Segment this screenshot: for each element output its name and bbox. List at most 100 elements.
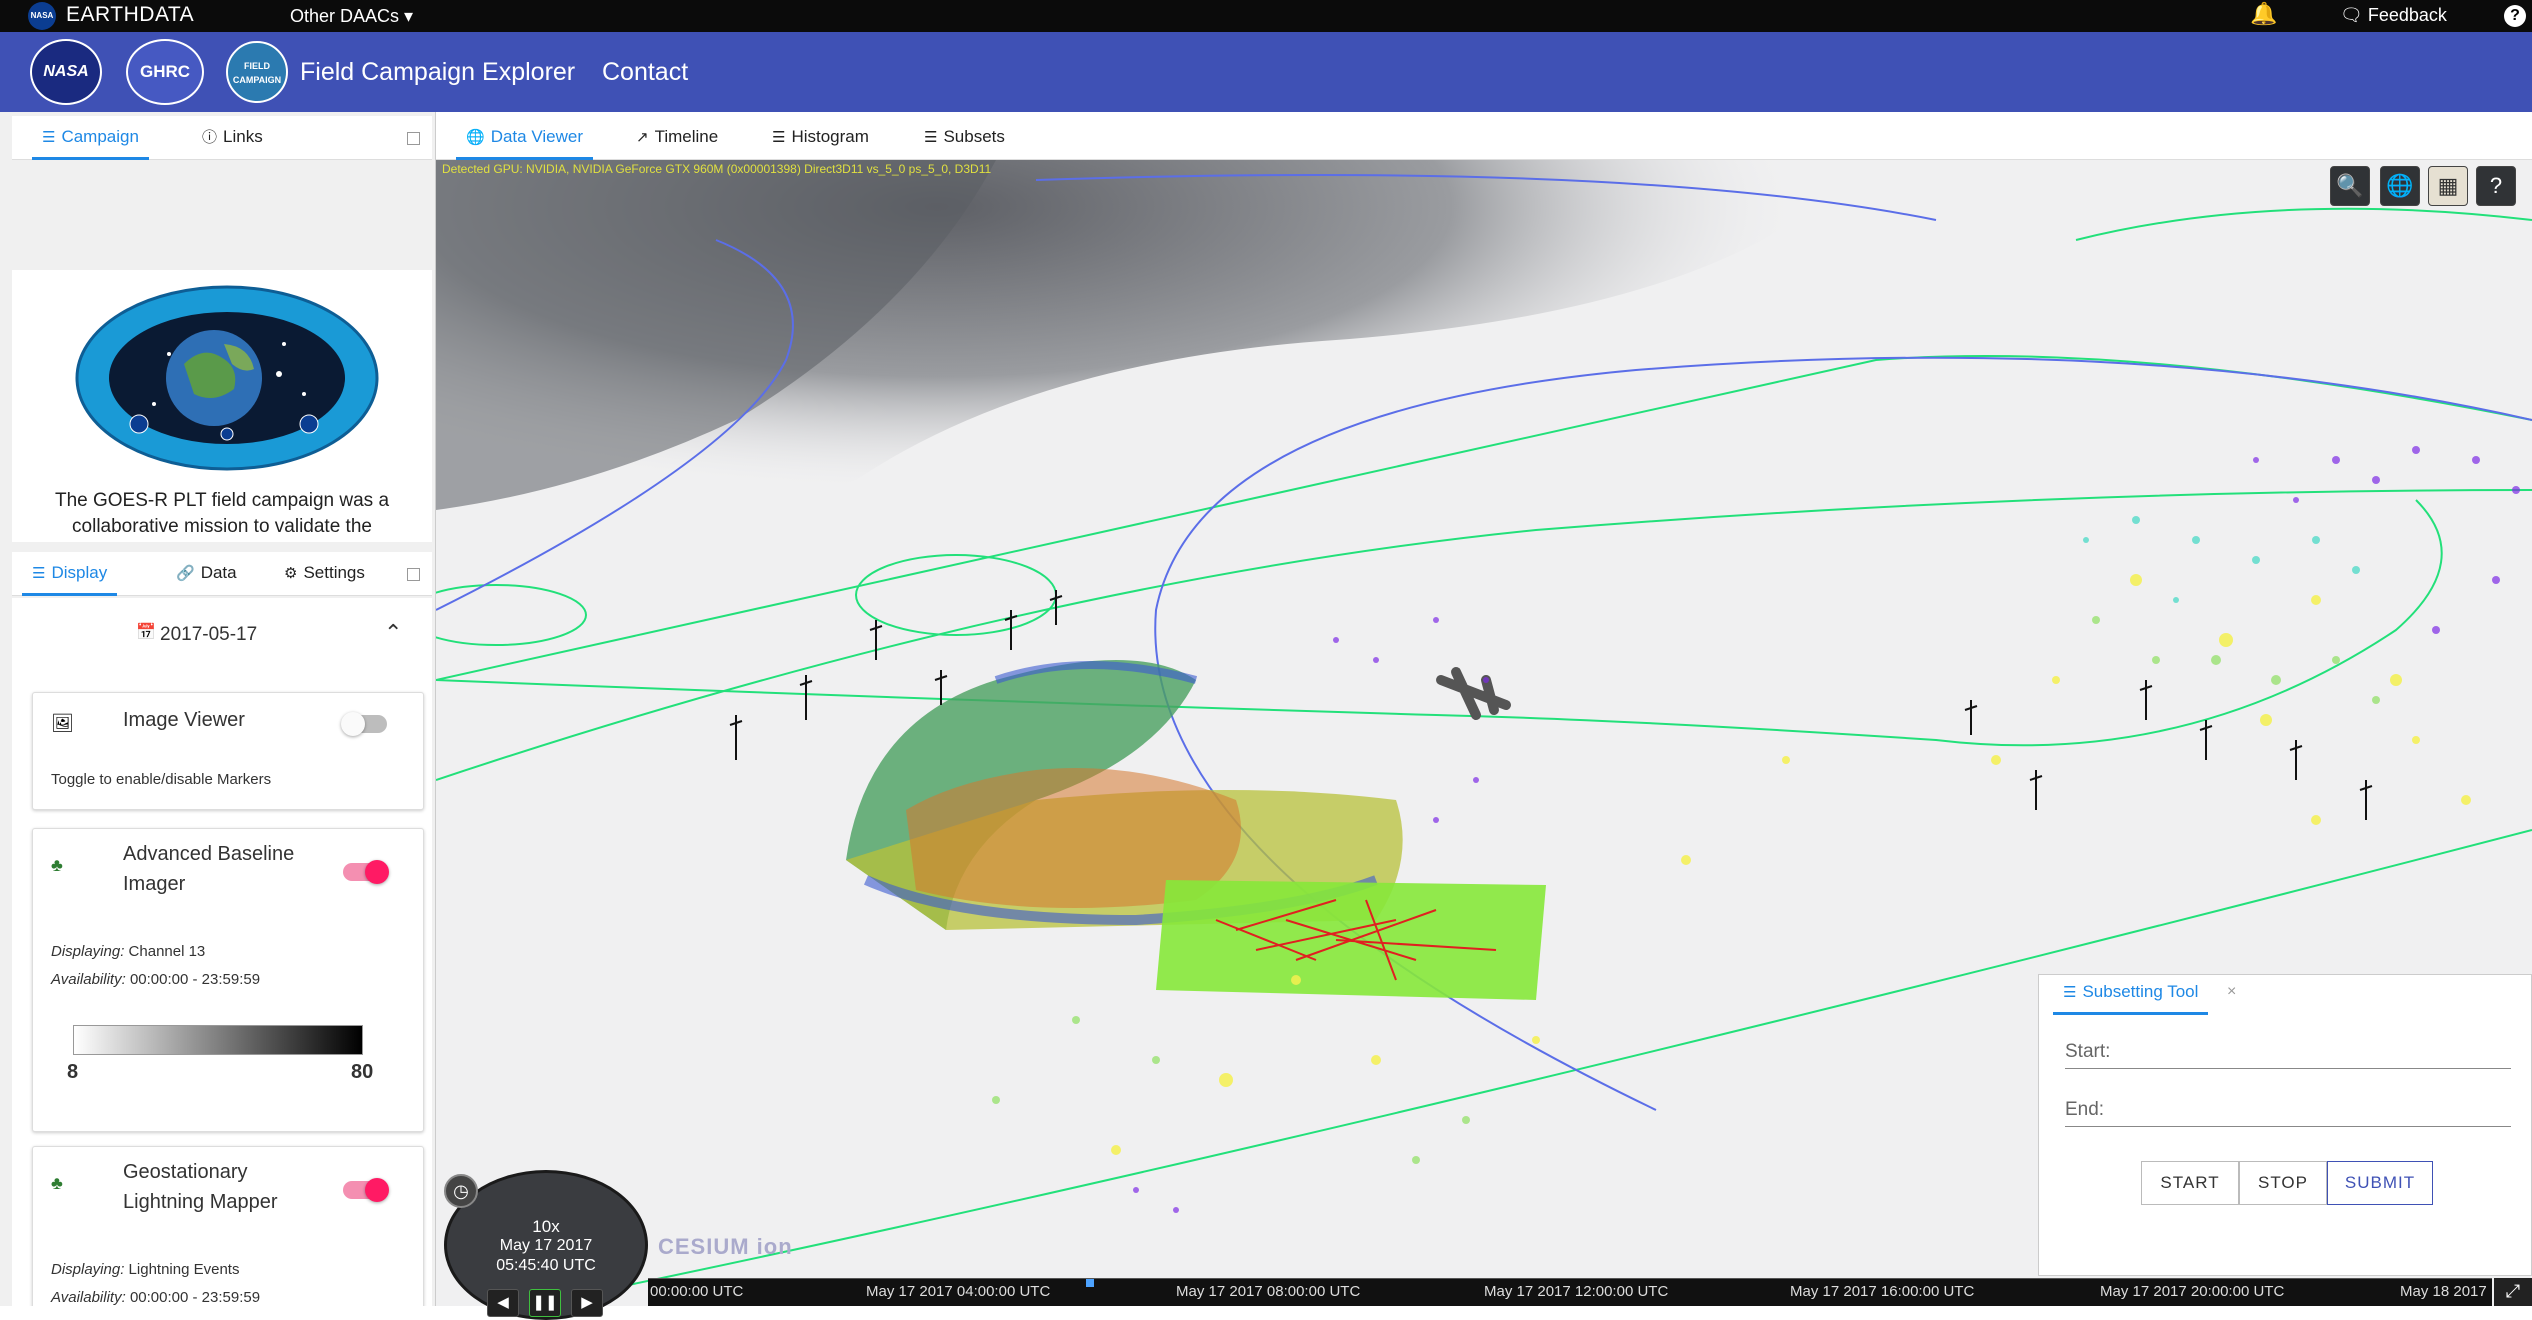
- chevron-up-icon[interactable]: ⌃: [384, 620, 402, 646]
- timeline-tick-label: May 18 2017: [2400, 1283, 2487, 1300]
- abi-availability: Availability: 00:00:00 - 23:59:59: [51, 971, 260, 988]
- image-viewer-card: 🖼 Image Viewer Toggle to enable/disable …: [32, 692, 424, 810]
- availability-label: Availability:: [51, 1289, 126, 1306]
- play-reverse-button[interactable]: ◀: [487, 1289, 519, 1317]
- map-layers-icon[interactable]: ▦: [2428, 166, 2468, 206]
- tab-links[interactable]: ⓘ Links: [192, 124, 273, 151]
- campaign-tabbar: ☰ Campaign ⓘ Links: [12, 116, 432, 160]
- abi-availability-value: 00:00:00 - 23:59:59: [129, 971, 261, 988]
- notification-bell-icon[interactable]: 🔔: [2250, 1, 2277, 27]
- info-icon: ⓘ: [202, 129, 218, 146]
- tab-subsetting-tool[interactable]: ☰ Subsetting Tool: [2053, 979, 2209, 1015]
- start-field[interactable]: Start:: [2065, 1033, 2511, 1069]
- pause-button[interactable]: ❚❚: [529, 1289, 561, 1317]
- clock-speed: 10x: [532, 1217, 560, 1236]
- earthdata-topbar: NASA EARTHDATA Other DAACs ▾ 🔔 🗨 Feedbac…: [0, 0, 2532, 32]
- timeline-tick-label: May 17 2017 20:00:00 UTC: [2100, 1283, 2285, 1300]
- submit-button[interactable]: SUBMIT: [2327, 1161, 2433, 1205]
- tab-display-label: Display: [51, 563, 108, 582]
- abi-scale-min: 8: [67, 1061, 79, 1083]
- viewer-tabbar: 🌐 Data Viewer ↗ Timeline ☰ Histogram ☰ Subse…: [436, 112, 2532, 160]
- stop-button[interactable]: STOP: [2239, 1161, 2327, 1205]
- nasa-meatball-icon[interactable]: NASA: [28, 2, 56, 30]
- goes-r-mission-logo: [75, 285, 379, 471]
- subsetting-tool-title: Subsetting Tool: [2082, 982, 2199, 1001]
- end-field[interactable]: End:: [2065, 1091, 2511, 1127]
- gear-icon: ⚙: [284, 565, 298, 582]
- feedback-link[interactable]: 🗨 Feedback: [2340, 3, 2447, 27]
- left-sidebar: ☰ Campaign ⓘ Links The GOES-R PLT field ca…: [0, 112, 436, 1306]
- other-daacs-menu[interactable]: Other DAACs ▾: [290, 4, 413, 28]
- tab-settings-label: Settings: [303, 563, 365, 582]
- contact-link[interactable]: Contact: [602, 58, 688, 87]
- link-icon: 🔗: [176, 565, 195, 582]
- timeline-tick-label: May 17 2017 16:00:00 UTC: [1790, 1283, 1975, 1300]
- tab-links-label: Links: [223, 127, 263, 146]
- tab-data-label: Data: [200, 563, 237, 582]
- display-pane: 📅 2017-05-17 ⌃ 🖼 Image Viewer Toggle to …: [12, 598, 432, 1306]
- maximize-panel-icon[interactable]: [407, 132, 420, 145]
- clock-date: May 17 2017: [499, 1237, 593, 1254]
- tab-data[interactable]: 🔗 Data: [166, 560, 247, 587]
- earthdata-logo-text[interactable]: EARTHDATA: [66, 2, 194, 28]
- image-viewer-toggle[interactable]: [341, 712, 387, 736]
- cesium-ion-logo[interactable]: CESIUM ion: [658, 1234, 793, 1260]
- toggle-knob: [341, 712, 365, 736]
- displaying-label: Displaying:: [51, 1261, 125, 1278]
- tab-histogram-label: Histogram: [791, 127, 869, 146]
- end-label: End:: [2065, 1099, 2105, 1120]
- close-icon[interactable]: ×: [2227, 983, 2236, 1001]
- tab-data-viewer-label: Data Viewer: [490, 127, 583, 146]
- tab-settings[interactable]: ⚙ Settings: [274, 560, 375, 587]
- nasa-logo[interactable]: NASA: [30, 39, 102, 105]
- field-campaign-logo[interactable]: FIELD CAMPAIGN: [226, 41, 288, 103]
- globe-icon[interactable]: 🌐: [2380, 166, 2420, 206]
- tab-subsets-label: Subsets: [943, 127, 1005, 146]
- tab-display[interactable]: ☰ Display: [22, 560, 118, 596]
- image-viewer-note: Toggle to enable/disable Markers: [51, 771, 272, 788]
- fullscreen-icon[interactable]: ⤢: [2494, 1278, 2532, 1306]
- tab-timeline[interactable]: ↗ Timeline: [626, 124, 728, 151]
- start-button[interactable]: START: [2141, 1161, 2239, 1205]
- availability-label: Availability:: [51, 971, 126, 988]
- subsetting-tool-panel: ☰ Subsetting Tool × Start: End: START STO…: [2038, 974, 2532, 1276]
- toggle-knob: [365, 1178, 389, 1202]
- maximize-panel-icon[interactable]: [407, 568, 420, 581]
- abi-toggle[interactable]: [343, 860, 389, 884]
- layers-icon: ☰: [772, 129, 786, 146]
- ghrc-logo[interactable]: GHRC: [126, 39, 204, 105]
- app-title-link[interactable]: Field Campaign Explorer: [300, 58, 575, 87]
- date-selector[interactable]: 📅 2017-05-17 ⌃: [12, 620, 432, 652]
- timeline-cursor[interactable]: [1086, 1279, 1094, 1287]
- play-forward-button[interactable]: ▶: [571, 1289, 603, 1317]
- timeline-bar[interactable]: 00:00:00 UTC May 17 2017 04:00:00 UTC Ma…: [648, 1278, 2492, 1306]
- display-tabbar: ☰ Display 🔗 Data ⚙ Settings: [12, 552, 432, 596]
- tab-campaign[interactable]: ☰ Campaign: [32, 124, 149, 160]
- app-header: NASA GHRC FIELD CAMPAIGN Field Campaign E…: [0, 32, 2532, 112]
- calendar-icon: 📅: [136, 624, 156, 641]
- clock-icon[interactable]: ◷: [444, 1174, 478, 1208]
- displaying-label: Displaying:: [51, 943, 125, 960]
- timeline-tick-label: May 17 2017 12:00:00 UTC: [1484, 1283, 1669, 1300]
- layers-icon: ☰: [32, 565, 46, 582]
- abi-card: ♣ Advanced Baseline Imager Displaying: C…: [32, 828, 424, 1132]
- campaign-description: The GOES-R PLT field campaign was a coll…: [54, 490, 390, 537]
- tab-data-viewer[interactable]: 🌐 Data Viewer: [456, 124, 593, 160]
- search-icon[interactable]: 🔍: [2330, 166, 2370, 206]
- campaign-pane: The GOES-R PLT field campaign was a coll…: [12, 270, 432, 542]
- abi-channel: Channel 13: [128, 943, 206, 960]
- abi-colorbar: [73, 1025, 363, 1055]
- help-icon[interactable]: ?: [2504, 5, 2526, 27]
- help-icon[interactable]: ?: [2476, 166, 2516, 206]
- clock-time: 05:45:40 UTC: [496, 1257, 596, 1274]
- layers-icon: ☰: [924, 129, 938, 146]
- glm-toggle[interactable]: [343, 1178, 389, 1202]
- glm-displaying: Displaying: Lightning Events: [51, 1261, 239, 1278]
- tab-subsets[interactable]: ☰ Subsets: [914, 124, 1015, 151]
- feedback-icon: 🗨: [2340, 5, 2368, 25]
- start-label: Start:: [2065, 1041, 2111, 1062]
- abi-scale-max: 80: [351, 1061, 374, 1083]
- tab-timeline-label: Timeline: [654, 127, 719, 146]
- selected-date: 2017-05-17: [160, 624, 258, 645]
- tab-histogram[interactable]: ☰ Histogram: [762, 124, 879, 151]
